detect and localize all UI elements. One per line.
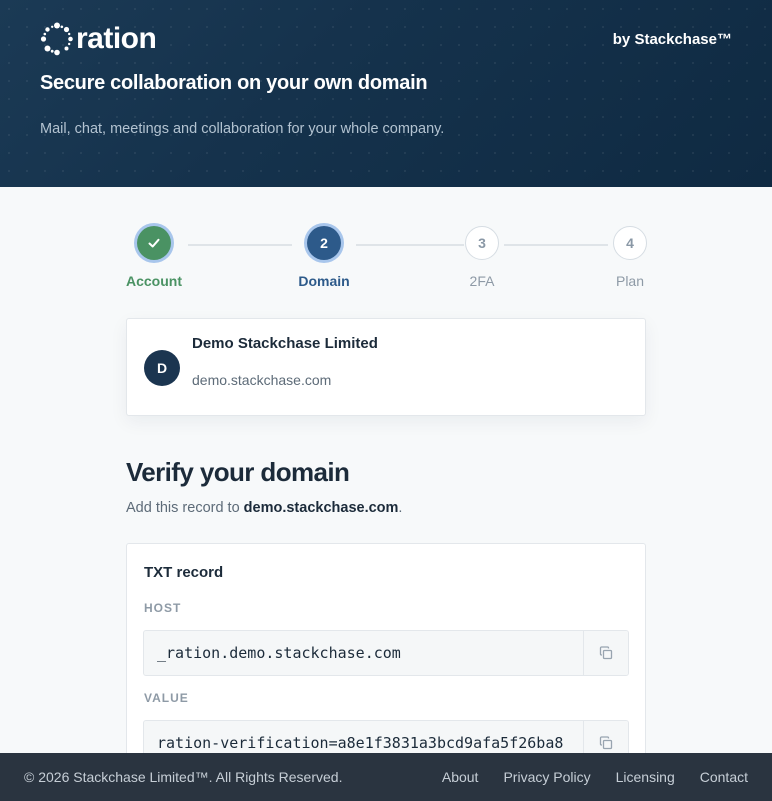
- page-footer: © 2026 Stackchase Limited™. All Rights R…: [0, 753, 772, 801]
- verify-instruction: Add this record to demo.stackchase.com.: [126, 500, 402, 516]
- step-label: 2FA: [469, 273, 495, 289]
- host-value[interactable]: _ration.demo.stackchase.com: [157, 644, 583, 662]
- step-label: Plan: [615, 273, 645, 289]
- footer-nav: About Privacy Policy Licensing Contact: [442, 769, 748, 785]
- step-circle: 3: [465, 226, 499, 260]
- byline: by Stackchase™: [612, 31, 732, 48]
- footer-link-privacy[interactable]: Privacy Policy: [503, 769, 590, 785]
- footer-link-about[interactable]: About: [442, 769, 479, 785]
- instruction-prefix: Add this record to: [126, 500, 244, 516]
- step-label: Domain: [298, 273, 350, 289]
- footer-link-licensing[interactable]: Licensing: [616, 769, 675, 785]
- step-2fa[interactable]: 3 2FA: [442, 224, 522, 289]
- ration-logo-icon: [40, 22, 73, 56]
- organization-card: D Demo Stackchase Limited demo.stackchas…: [126, 318, 646, 416]
- host-label: HOST: [144, 601, 182, 615]
- tagline: Secure collaboration on your own domain: [40, 72, 428, 94]
- copy-icon: [599, 646, 613, 660]
- step-connector: [188, 244, 292, 246]
- value-value[interactable]: ration-verification=a8e1f3831a3bcd9afa5f…: [157, 734, 583, 752]
- copy-icon: [599, 736, 613, 750]
- instruction-suffix: .: [398, 500, 403, 516]
- ration-logo[interactable]: ration: [40, 22, 157, 56]
- avatar: D: [144, 350, 180, 386]
- step-circle: [137, 226, 171, 260]
- copyright: © 2026 Stackchase Limited™. All Rights R…: [24, 769, 343, 785]
- step-domain[interactable]: 2 Domain: [284, 224, 364, 289]
- step-plan[interactable]: 4 Plan: [590, 224, 670, 289]
- logo-wordmark: ration: [76, 22, 157, 55]
- footer-link-contact[interactable]: Contact: [700, 769, 748, 785]
- page-title: Verify your domain: [126, 457, 350, 487]
- step-account[interactable]: Account: [114, 224, 194, 289]
- step-circle: 4: [613, 226, 647, 260]
- host-field[interactable]: _ration.demo.stackchase.com: [143, 630, 629, 676]
- step-circle: 2: [307, 226, 341, 260]
- copy-host-button[interactable]: [583, 631, 628, 675]
- page-header: ration by Stackchase™ Secure collaborati…: [0, 0, 772, 187]
- check-icon: [148, 238, 160, 248]
- organization-name: Demo Stackchase Limited: [192, 335, 378, 352]
- organization-domain: demo.stackchase.com: [192, 372, 332, 388]
- step-label: Account: [126, 273, 182, 289]
- value-label: VALUE: [144, 691, 189, 705]
- subtagline: Mail, chat, meetings and collaboration f…: [40, 121, 445, 137]
- instruction-domain: demo.stackchase.com: [243, 500, 399, 516]
- record-type: TXT record: [144, 564, 224, 581]
- signup-stepper: Account 2 Domain 3 2FA 4 Plan: [126, 224, 647, 289]
